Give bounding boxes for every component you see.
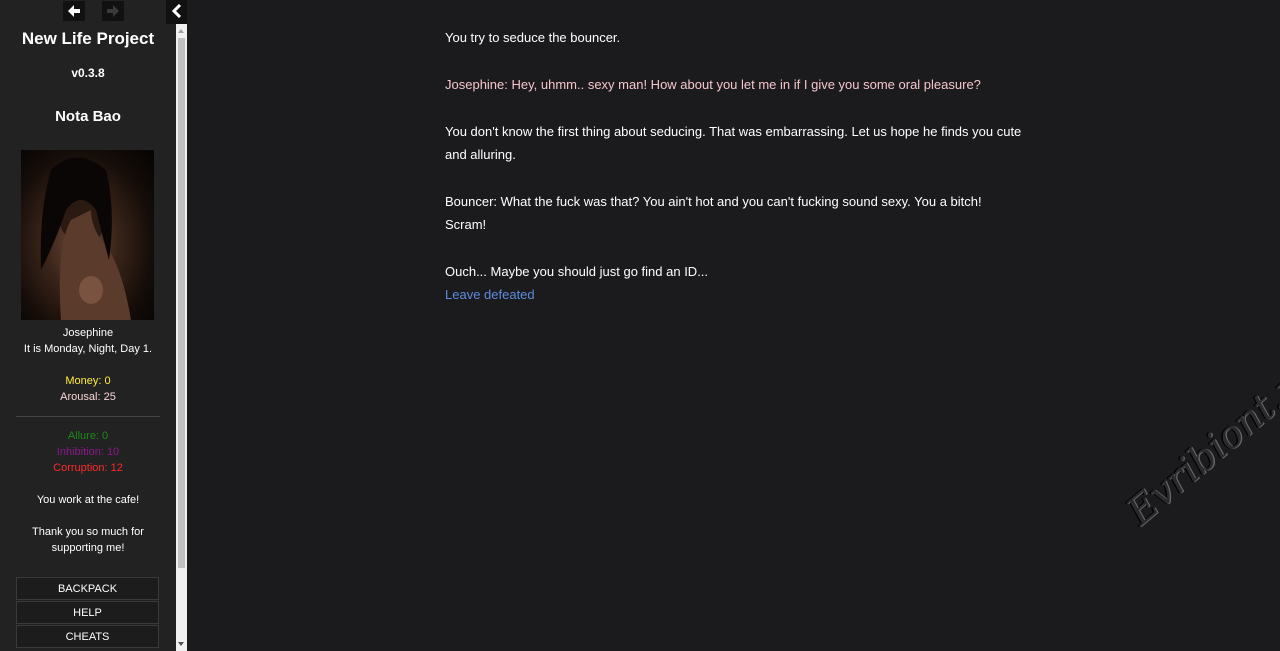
character-name: Josephine	[62, 327, 114, 339]
thanks-text-content: Thank you so much for supporting me!	[32, 526, 144, 554]
passage: You try to seduce the bouncer. Josephine…	[445, 26, 1025, 306]
date-text: It is Monday, Night, Day 1.	[23, 343, 153, 355]
game-title: New Life Project	[21, 29, 155, 48]
inhibition-stat: Inhibition: 10	[56, 446, 120, 458]
bouncer-dialogue: Bouncer: What the fuck was that? You ain…	[445, 194, 982, 232]
money-stat: Money: 0	[65, 375, 111, 387]
player-name: Nota Bao	[55, 108, 121, 125]
josephine-dialogue: Josephine: Hey, uhmm.. sexy man! How abo…	[445, 77, 981, 92]
sidebar-divider	[16, 416, 160, 417]
narration-1: You try to seduce the bouncer.	[445, 30, 621, 45]
scroll-up-arrow-icon[interactable]	[178, 29, 184, 33]
narration-2: You don't know the first thing about sed…	[445, 124, 1022, 162]
scrollbar-thumb[interactable]	[178, 38, 185, 568]
history-forward-button[interactable]	[102, 1, 124, 21]
thanks-text: Thank you so much for supporting me!	[0, 524, 176, 556]
job-text: You work at the cafe!	[36, 494, 140, 506]
help-button[interactable]: HELP	[16, 601, 159, 624]
arrow-right-icon	[107, 5, 119, 17]
cheats-button[interactable]: CHEATS	[16, 625, 159, 648]
scroll-down-arrow-icon[interactable]	[178, 642, 184, 646]
leave-defeated-link[interactable]: Leave defeated	[445, 283, 535, 306]
sidebar-scrollbar[interactable]	[176, 24, 187, 651]
story-area: You try to seduce the bouncer. Josephine…	[187, 0, 1280, 651]
sidebar: New Life Project v0.3.8 Nota Bao Josephi…	[0, 0, 176, 651]
corruption-stat: Corruption: 12	[53, 462, 123, 474]
chevron-left-icon	[171, 4, 181, 18]
allure-stat: Allure: 0	[67, 430, 109, 442]
backpack-button[interactable]: BACKPACK	[16, 577, 159, 600]
arousal-stat: Arousal: 25	[60, 391, 116, 403]
arrow-left-icon	[68, 5, 80, 17]
character-portrait	[21, 150, 154, 320]
history-back-button[interactable]	[63, 1, 85, 21]
game-version: v0.3.8	[71, 66, 105, 80]
narration-3: Ouch... Maybe you should just go find an…	[445, 264, 709, 279]
sidebar-collapse-button[interactable]	[166, 0, 187, 22]
